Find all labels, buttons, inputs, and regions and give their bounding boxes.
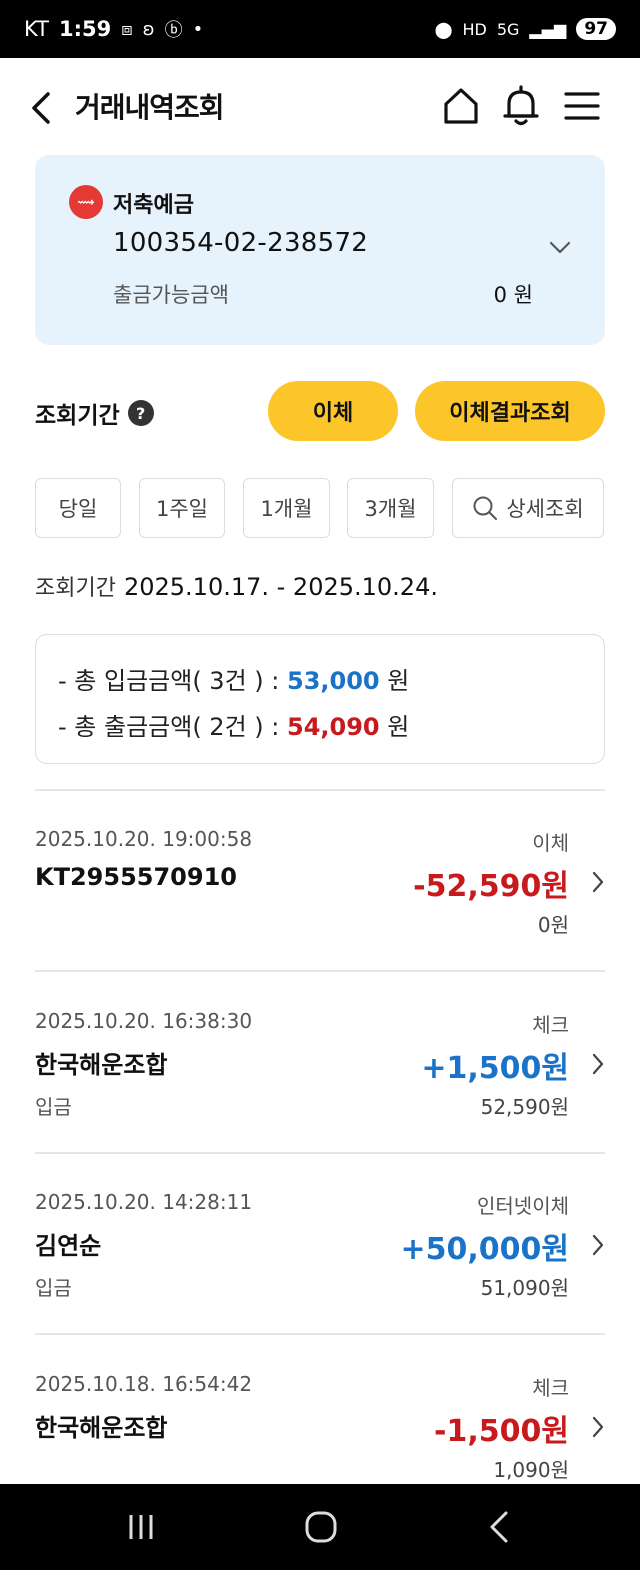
detail-search-label: 상세조회	[506, 497, 584, 521]
clock: 1:59	[58, 17, 112, 41]
signal-icon: ▂▄▆	[529, 19, 567, 39]
deposit-summary: - 총 입금금액( 3건 ) : 53,000 원	[58, 661, 409, 696]
balance-label: 출금가능금액	[113, 283, 229, 307]
transfer-button[interactable]: 이체	[268, 381, 398, 441]
home-icon[interactable]	[442, 86, 480, 126]
hamburger-menu-icon[interactable]	[564, 90, 600, 122]
transaction-balance: 1,090원	[493, 1458, 569, 1482]
account-card[interactable]: ⟿ 저축예금 100354-02-238572 출금가능금액 0 원	[35, 155, 605, 345]
transaction-name: 한국해운조합	[35, 1051, 168, 1079]
transaction-datetime: 2025.10.20. 19:00:58	[35, 827, 253, 851]
filter-1-week[interactable]: 1주일	[139, 478, 225, 538]
account-type: 저축예금	[113, 193, 194, 218]
transaction-subtype: 입금	[35, 1095, 72, 1119]
deposit-total: 53,000	[287, 667, 380, 695]
transaction-row[interactable]: 2025.10.20. 16:38:30 체크 한국해운조합 +1,500원 입…	[35, 1009, 605, 1189]
hd-icon: HD	[462, 19, 487, 39]
transaction-row[interactable]: 2025.10.20. 19:00:58 이체 KT2955570910 -52…	[35, 827, 605, 1007]
withdraw-total: 54,090	[287, 713, 380, 741]
page-title: 거래내역조회	[75, 91, 225, 124]
transaction-datetime: 2025.10.20. 16:38:30	[35, 1009, 253, 1033]
filter-3-months[interactable]: 3개월	[347, 478, 434, 538]
deposit-summary-label: - 총 입금금액( 3건 ) :	[58, 667, 287, 695]
transaction-balance: 0원	[537, 913, 569, 937]
transaction-name: 김연순	[35, 1232, 102, 1260]
range-value: 2025.10.17. - 2025.10.24.	[123, 573, 438, 601]
transaction-balance: 52,590원	[480, 1095, 569, 1119]
b-app-icon: ⓑ	[164, 20, 183, 41]
period-title-label: 조회기간	[35, 403, 120, 429]
chevron-down-icon[interactable]	[549, 241, 571, 255]
screenshot-icon: ⧈	[121, 18, 133, 40]
balance-value: 0 원	[493, 283, 533, 307]
bank-logo-icon: ⟿	[69, 185, 103, 219]
summary-box: - 총 입금금액( 3건 ) : 53,000 원 - 총 출금금액( 2건 )…	[35, 634, 605, 764]
range-label: 조회기간	[35, 576, 116, 601]
transaction-type: 체크	[532, 1013, 569, 1037]
transaction-amount: +50,000원	[400, 1232, 569, 1267]
transaction-name: 한국해운조합	[35, 1414, 168, 1442]
carrier: KT	[24, 17, 49, 41]
more-notifications-icon: •	[192, 18, 204, 40]
detail-search-button[interactable]: 상세조회	[452, 478, 604, 538]
search-icon	[473, 496, 498, 520]
filter-today[interactable]: 당일	[35, 478, 121, 538]
divider	[35, 970, 605, 972]
transaction-amount: -1,500원	[434, 1414, 569, 1449]
period-title: 조회기간 ?	[35, 396, 154, 430]
divider	[35, 789, 605, 791]
help-icon[interactable]: ?	[127, 400, 154, 426]
5g-icon: 5G	[496, 19, 520, 39]
transaction-balance: 51,090원	[480, 1276, 569, 1300]
divider	[35, 1152, 605, 1154]
account-number: 100354-02-238572	[113, 228, 369, 258]
transaction-datetime: 2025.10.20. 14:28:11	[35, 1190, 253, 1214]
period-range: 조회기간 2025.10.17. - 2025.10.24.	[35, 570, 438, 602]
transaction-row[interactable]: 2025.10.20. 14:28:11 인터넷이체 김연순 +50,000원 …	[35, 1190, 605, 1370]
recent-apps-icon[interactable]	[126, 1512, 156, 1542]
transaction-amount: +1,500원	[421, 1051, 569, 1086]
chevron-right-icon	[592, 1053, 604, 1075]
app-notification-icon: ʚ	[142, 18, 155, 40]
transaction-type: 인터넷이체	[477, 1194, 569, 1218]
transaction-name: KT2955570910	[35, 863, 237, 891]
withdraw-summary-label: - 총 출금금액( 2건 ) :	[58, 713, 287, 741]
withdraw-summary: - 총 출금금액( 2건 ) : 54,090 원	[58, 707, 409, 742]
system-home-icon[interactable]	[304, 1510, 338, 1544]
deposit-unit: 원	[379, 667, 410, 695]
transaction-type: 체크	[532, 1376, 569, 1400]
chevron-right-icon	[592, 1234, 604, 1256]
app-header: 거래내역조회	[0, 58, 640, 154]
transaction-amount: -52,590원	[413, 869, 569, 904]
transaction-subtype: 입금	[35, 1276, 72, 1300]
transaction-row[interactable]: 2025.10.18. 16:54:42 체크 한국해운조합 -1,500원 1…	[35, 1372, 605, 1482]
status-bar: KT 1:59 ⧈ ʚ ⓑ • ⬤ HD 5G ▂▄▆ 97	[0, 0, 640, 58]
filter-1-month[interactable]: 1개월	[243, 478, 330, 538]
chevron-right-icon	[592, 871, 604, 893]
chevron-right-icon	[592, 1416, 604, 1438]
transfer-result-button[interactable]: 이체결과조회	[415, 381, 605, 441]
bell-icon[interactable]	[502, 84, 540, 128]
system-back-icon[interactable]	[486, 1510, 512, 1544]
transaction-type: 이체	[532, 831, 569, 855]
transaction-datetime: 2025.10.18. 16:54:42	[35, 1372, 253, 1396]
back-arrow-icon[interactable]	[28, 90, 56, 126]
system-nav-bar	[0, 1484, 640, 1570]
withdraw-unit: 원	[379, 713, 410, 741]
battery-icon: 97	[576, 18, 616, 40]
location-icon: ⬤	[434, 19, 453, 39]
divider	[35, 1333, 605, 1335]
